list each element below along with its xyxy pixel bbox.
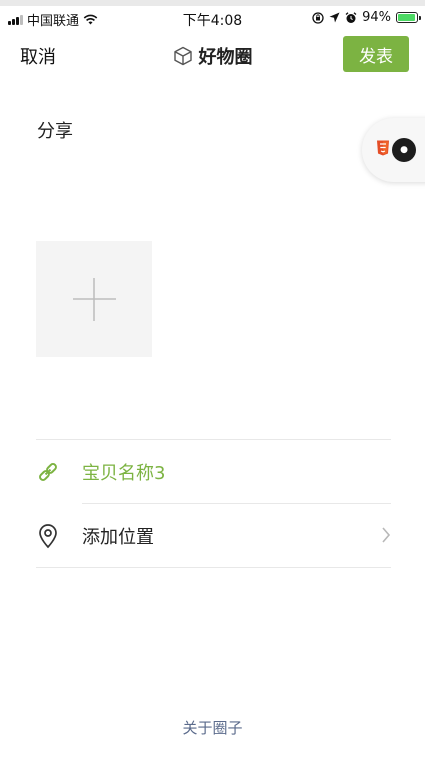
link-icon: [36, 460, 64, 484]
floating-badge[interactable]: ●: [362, 118, 425, 182]
screen-lock-icon: [312, 11, 324, 24]
about-circle-link[interactable]: 关于圈子: [0, 717, 425, 738]
share-text-input[interactable]: 分享: [37, 117, 73, 143]
product-link-row[interactable]: 宝贝名称3: [36, 441, 391, 503]
add-location-label: 添加位置: [82, 527, 154, 548]
plus-icon: [73, 278, 116, 321]
divider: [82, 503, 391, 504]
location-arrow-icon: [329, 12, 340, 23]
chevron-right-icon: [382, 527, 391, 543]
add-location-row[interactable]: 添加位置: [36, 505, 391, 567]
add-image-button[interactable]: [36, 241, 152, 357]
avatar-icon: ●: [392, 138, 416, 162]
alarm-icon: [345, 11, 357, 23]
page-title-text: 好物圈: [198, 47, 253, 68]
battery-level: [398, 14, 415, 21]
navigation-bar: 取消 好物圈 发表: [0, 30, 425, 78]
divider: [36, 567, 391, 568]
divider: [36, 439, 391, 440]
battery-icon: [396, 12, 421, 23]
product-name: 宝贝名称3: [82, 463, 166, 484]
html5-icon: [377, 140, 389, 156]
location-pin-icon: [36, 523, 64, 549]
cube-icon: [173, 46, 192, 66]
battery-percent: 94%: [362, 10, 391, 25]
status-right: 94%: [312, 10, 421, 25]
publish-button[interactable]: 发表: [343, 36, 409, 72]
status-bar: 中国联通 下午4:08 94%: [0, 6, 425, 30]
